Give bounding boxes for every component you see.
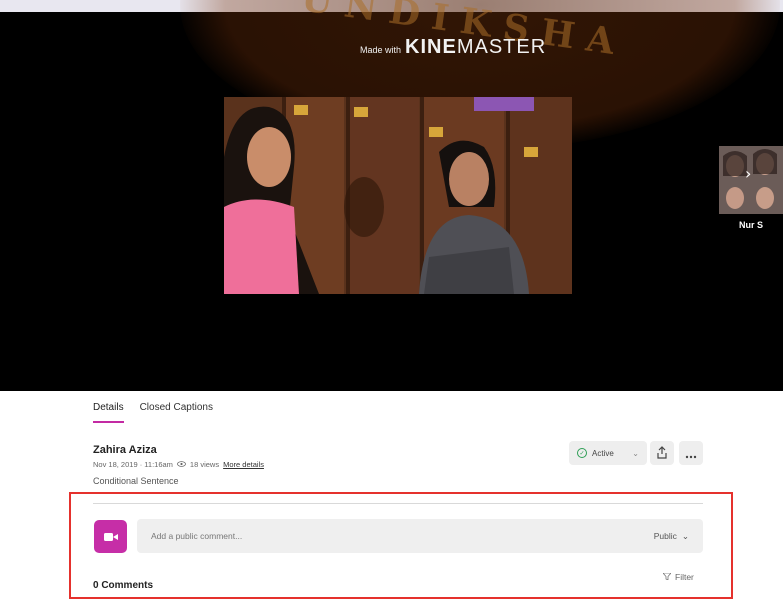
- more-icon: [685, 444, 697, 463]
- watermark-brand: KINEMASTER: [405, 36, 547, 58]
- more-options-button[interactable]: [679, 441, 703, 465]
- status-dropdown[interactable]: ✓ Active ⌄: [569, 441, 647, 465]
- video-player[interactable]: UNDIKSHA Made with KINEMASTER › Nur S: [0, 0, 783, 391]
- chevron-right-icon[interactable]: ›: [745, 164, 751, 183]
- kinemaster-watermark: Made with KINEMASTER: [360, 36, 546, 59]
- view-count: 18 views: [189, 460, 220, 469]
- status-label: Active: [592, 448, 614, 458]
- video-scene-image: [224, 97, 572, 294]
- eye-icon: [177, 460, 186, 469]
- video-meta: Nov 18, 2019 · 11:16am 18 views More det…: [93, 460, 264, 469]
- chevron-down-icon: ⌄: [632, 448, 639, 458]
- watermark-made-with: Made with: [360, 45, 402, 55]
- upload-date: Nov 18, 2019 · 11:16am: [93, 460, 173, 469]
- tab-details[interactable]: Details: [93, 402, 124, 423]
- video-frame[interactable]: [224, 97, 572, 294]
- detail-tabs: Details Closed Captions: [93, 402, 213, 423]
- tab-closed-captions[interactable]: Closed Captions: [140, 402, 213, 423]
- next-video-author: Nur S: [739, 220, 764, 230]
- highlight-box: [69, 492, 733, 599]
- more-details-link[interactable]: More details: [223, 460, 264, 469]
- check-circle-icon: ✓: [577, 448, 587, 458]
- share-icon: [656, 444, 668, 463]
- video-description: Conditional Sentence: [93, 476, 179, 486]
- author-name[interactable]: Zahira Aziza: [93, 444, 157, 456]
- share-button[interactable]: [650, 441, 674, 465]
